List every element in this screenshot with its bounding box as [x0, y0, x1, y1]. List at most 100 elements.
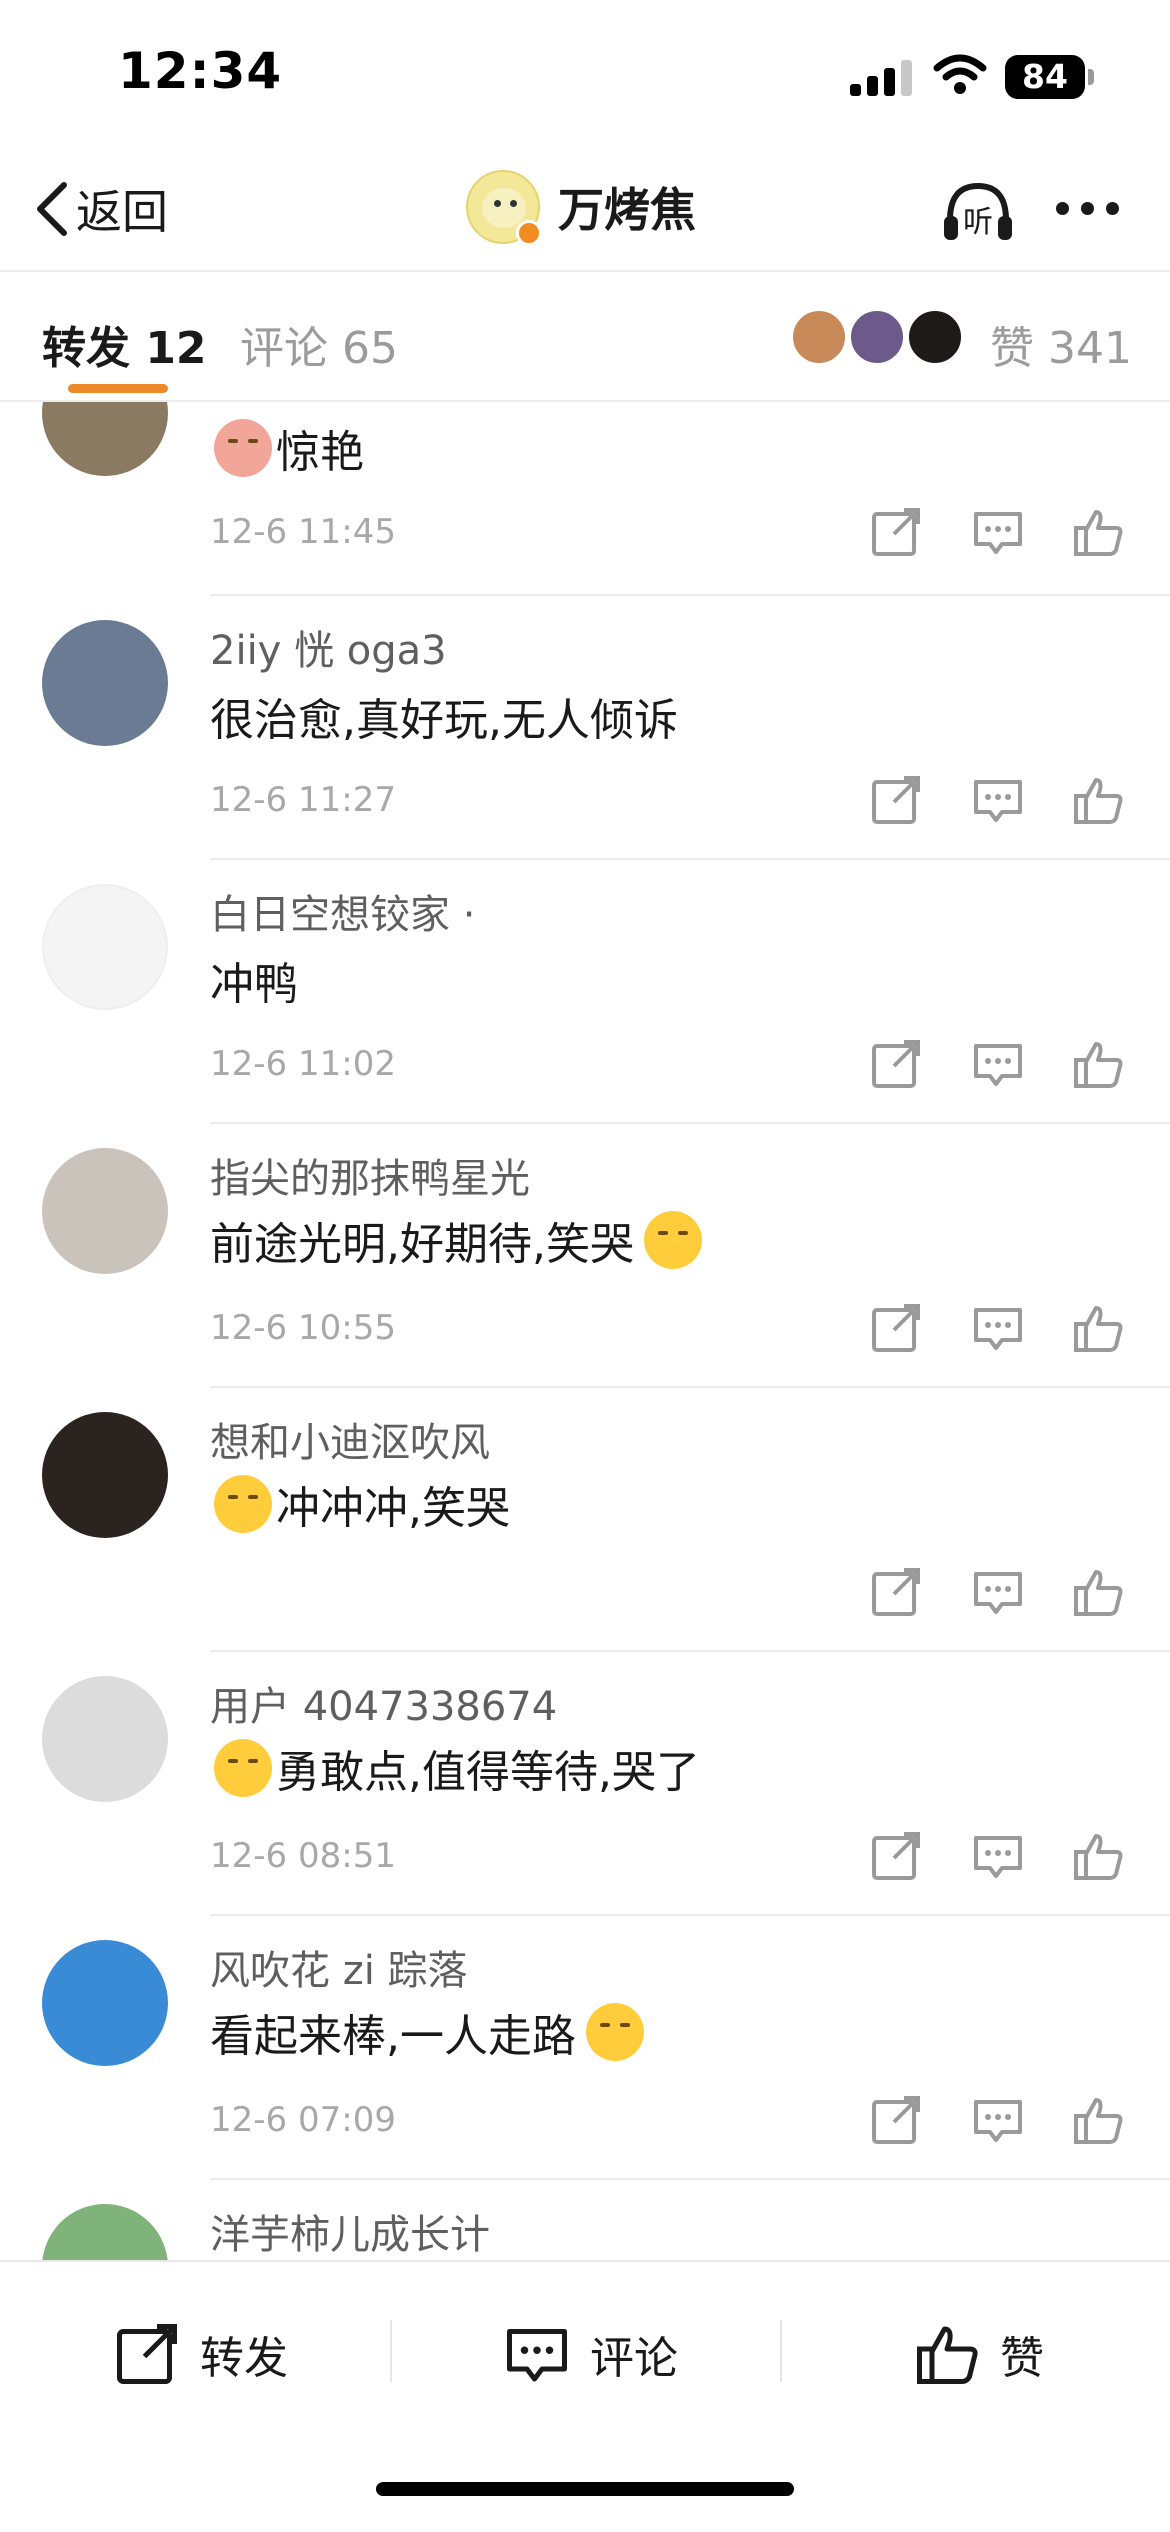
forward-button[interactable]: 转发: [112, 2314, 288, 2394]
status-time: 12:34: [118, 42, 283, 100]
list-item[interactable]: 2iiy 恍 oga3 很治愈,真好玩,无人倾诉 12-6 11:27: [0, 596, 1170, 860]
bottom-action-bar: 转发 评论 赞: [0, 2260, 1170, 2532]
liker-avatars[interactable]: [790, 308, 970, 368]
comment-text: 惊艳: [210, 416, 364, 480]
repost-icon: [117, 2324, 177, 2384]
avatar[interactable]: [42, 884, 168, 1010]
avatar[interactable]: [42, 2204, 168, 2260]
repost-icon[interactable]: [868, 2092, 924, 2148]
comment-icon[interactable]: [970, 1564, 1026, 1620]
page-title: 万烤焦: [558, 183, 696, 237]
repost-icon[interactable]: [868, 504, 924, 560]
comment-icon[interactable]: [970, 1036, 1026, 1092]
comment-text: 冲鸭: [210, 959, 298, 1010]
kiss-emoji-icon: [214, 1475, 272, 1533]
comment-icon[interactable]: [970, 504, 1026, 560]
separator: [780, 2320, 782, 2382]
comment-label: 评论: [590, 2333, 678, 2384]
username[interactable]: 想和小迪沤吹风: [210, 1410, 490, 1468]
username[interactable]: 用户 4047338674: [210, 1674, 557, 1732]
avatar[interactable]: [42, 1676, 168, 1802]
comment-text: 看起来棒,一人走路: [210, 2000, 648, 2064]
comment-icon: [507, 2329, 567, 2382]
liker-avatar: [848, 308, 906, 366]
dot-icon: [1106, 202, 1119, 215]
timestamp: 12-6 11:45: [210, 512, 396, 552]
battery-icon: 84: [1005, 55, 1085, 99]
list-item[interactable]: 白日空想铰家 · 冲鸭 12-6 11:02: [0, 860, 1170, 1124]
author-avatar[interactable]: [466, 170, 542, 246]
love-emoji-icon: [586, 2003, 644, 2061]
list-item[interactable]: 用户 4047338674 勇敢点,值得等待,哭了 12-6 08:51: [0, 1652, 1170, 1916]
liker-avatar: [790, 308, 848, 366]
comment-icon[interactable]: [970, 772, 1026, 828]
avatar[interactable]: [42, 1412, 168, 1538]
action-row: [868, 772, 1128, 828]
repost-icon[interactable]: [868, 1828, 924, 1884]
username[interactable]: 白日空想铰家 ·: [210, 882, 475, 940]
thinking-emoji-icon: [214, 1739, 272, 1797]
username[interactable]: 指尖的那抹鸭星光: [210, 1146, 530, 1204]
thumbs-up-icon[interactable]: [1070, 1300, 1126, 1356]
listen-headphones-icon[interactable]: 听: [940, 176, 1016, 246]
cartoon-face-emoji-icon: [214, 419, 272, 477]
username[interactable]: 风吹花 zi 踪落: [210, 1938, 468, 1996]
like-label: 赞: [1000, 2333, 1044, 2384]
author-header[interactable]: 万烤焦: [466, 170, 696, 246]
avatar[interactable]: [42, 620, 168, 746]
comment-text: 勇敢点,值得等待,哭了: [210, 1736, 700, 1800]
navigation-bar: 返回 万烤焦 听: [0, 150, 1170, 272]
list-item[interactable]: 洋芋柿儿成长计: [0, 2180, 1170, 2260]
thumbs-up-icon[interactable]: [1070, 1564, 1126, 1620]
comment-button[interactable]: 评论: [502, 2314, 678, 2394]
tab-comment[interactable]: 评论 65: [240, 312, 398, 376]
list-item[interactable]: 惊艳 12-6 11:45: [0, 402, 1170, 596]
thumbs-up-icon[interactable]: [1070, 504, 1126, 560]
repost-icon[interactable]: [868, 1564, 924, 1620]
comment-text: 冲冲冲,笑哭: [210, 1472, 510, 1536]
action-row: [868, 1564, 1128, 1620]
action-row: [868, 1036, 1128, 1092]
timestamp: 12-6 11:27: [210, 780, 396, 820]
username[interactable]: 2iiy 恍 oga3: [210, 618, 447, 676]
thumbs-up-icon[interactable]: [1070, 1036, 1126, 1092]
forward-list[interactable]: 惊艳 12-6 11:45 2iiy 恍 oga3 很治愈,真好玩,无人倾诉 1…: [0, 402, 1170, 2260]
comment-icon[interactable]: [970, 1300, 1026, 1356]
thumbs-up-icon: [917, 2326, 978, 2384]
dot-icon: [1056, 202, 1069, 215]
timestamp: 12-6 08:51: [210, 1836, 396, 1876]
status-bar: 12:34 84: [0, 0, 1170, 150]
wifi-icon: [933, 54, 987, 94]
username[interactable]: 洋芋柿儿成长计: [210, 2202, 490, 2260]
home-indicator[interactable]: [376, 2482, 794, 2496]
listen-label: 听: [963, 205, 993, 240]
thumbs-up-icon[interactable]: [1070, 1828, 1126, 1884]
action-row: [868, 1300, 1128, 1356]
like-button[interactable]: 赞: [912, 2314, 1044, 2394]
tab-forward[interactable]: 转发 12: [42, 312, 207, 376]
thumbs-up-icon[interactable]: [1070, 772, 1126, 828]
timestamp: 12-6 07:09: [210, 2100, 396, 2140]
back-label: 返回: [76, 185, 168, 239]
timestamp: 12-6 11:02: [210, 1044, 396, 1084]
list-item[interactable]: 想和小迪沤吹风 冲冲冲,笑哭: [0, 1388, 1170, 1652]
back-button[interactable]: 返回: [32, 174, 168, 244]
action-row: [868, 1828, 1128, 1884]
repost-icon[interactable]: [868, 1036, 924, 1092]
list-item[interactable]: 风吹花 zi 踪落 看起来棒,一人走路 12-6 07:09: [0, 1916, 1170, 2180]
repost-icon[interactable]: [868, 772, 924, 828]
tab-likes[interactable]: 赞 341: [990, 312, 1132, 376]
separator: [390, 2320, 392, 2382]
avatar[interactable]: [42, 1940, 168, 2066]
chevron-left-icon: [37, 182, 67, 236]
avatar[interactable]: [42, 1148, 168, 1274]
comment-text: 前途光明,好期待,笑哭: [210, 1208, 706, 1272]
thumbs-up-icon[interactable]: [1070, 2092, 1126, 2148]
comment-icon[interactable]: [970, 1828, 1026, 1884]
more-options-button[interactable]: [1056, 202, 1119, 215]
comment-icon[interactable]: [970, 2092, 1026, 2148]
comment-text: 很治愈,真好玩,无人倾诉: [210, 695, 678, 746]
avatar[interactable]: [42, 402, 168, 476]
list-item[interactable]: 指尖的那抹鸭星光 前途光明,好期待,笑哭 12-6 10:55: [0, 1124, 1170, 1388]
repost-icon[interactable]: [868, 1300, 924, 1356]
